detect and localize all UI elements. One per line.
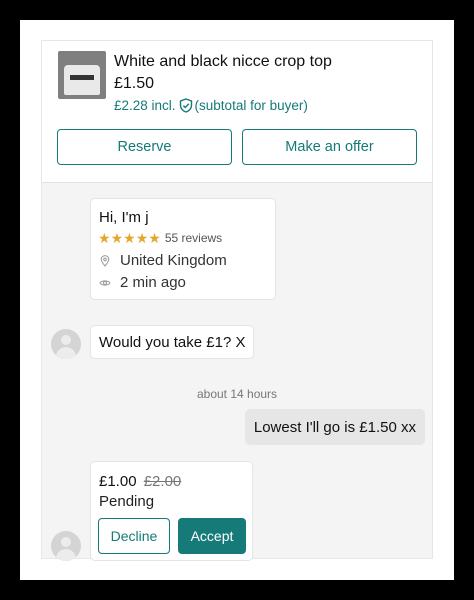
avatar-body: [56, 549, 76, 561]
seller-profile-card[interactable]: Hi, I'm j ★ ★ ★ ★ ★ 55 reviews United Ki…: [90, 198, 276, 300]
avatar-head: [61, 335, 71, 345]
incoming-message: Would you take £1? X: [90, 325, 255, 359]
user-avatar[interactable]: [51, 329, 81, 359]
outgoing-message: Lowest I'll go is £1.50 xx: [244, 409, 425, 445]
offer-price: £1.00: [99, 473, 137, 490]
profile-location: United Kingdom: [99, 252, 227, 269]
rating: ★ ★ ★ ★ ★ 55 reviews: [98, 231, 222, 245]
item-title[interactable]: White and black nicce crop top: [114, 53, 332, 71]
last-seen-text: 2 min ago: [120, 274, 186, 291]
star-icon: ★: [98, 230, 111, 246]
avatar-body: [56, 347, 76, 359]
offer-card: £1.00 £2.00 Pending Decline Accept: [90, 461, 253, 561]
subtotal-note: (subtotal for buyer): [194, 98, 308, 113]
decline-button[interactable]: Decline: [98, 518, 170, 554]
star-icon: ★: [123, 230, 136, 246]
original-price: £2.00: [143, 473, 182, 490]
incl-price: £2.28 incl.: [114, 98, 176, 113]
accept-button[interactable]: Accept: [178, 518, 246, 554]
profile-greeting: Hi, I'm j: [99, 209, 149, 226]
offer-status: Pending: [99, 493, 155, 510]
avatar-head: [61, 537, 71, 547]
shirt-print: [70, 75, 94, 80]
product-thumbnail[interactable]: [58, 51, 106, 99]
profile-last-seen: 2 min ago: [99, 274, 186, 291]
reserve-button[interactable]: Reserve: [57, 129, 232, 165]
item-price: £1.50: [114, 75, 155, 92]
user-avatar[interactable]: [51, 531, 81, 561]
shield-check-icon[interactable]: [179, 98, 193, 113]
location-pin-icon: [100, 254, 110, 267]
eye-icon: [99, 279, 111, 286]
conversation-panel: White and black nicce crop top £1.50 £2.…: [41, 40, 433, 561]
screenshot-frame: White and black nicce crop top £1.50 £2.…: [20, 20, 454, 580]
location-text: United Kingdom: [120, 252, 227, 269]
item-header: White and black nicce crop top £1.50 £2.…: [42, 41, 432, 183]
review-count[interactable]: 55 reviews: [165, 231, 222, 245]
buyer-total: £2.28 incl. (subtotal for buyer): [114, 98, 308, 113]
star-icon: ★: [135, 230, 149, 246]
shirt-image: [64, 65, 100, 95]
star-icon: ★: [148, 230, 161, 246]
offer-amount: £1.00 £2.00: [99, 473, 181, 490]
star-icon: ★: [110, 230, 124, 246]
make-offer-button[interactable]: Make an offer: [242, 129, 417, 165]
message-timestamp: about 14 hours: [196, 387, 278, 401]
